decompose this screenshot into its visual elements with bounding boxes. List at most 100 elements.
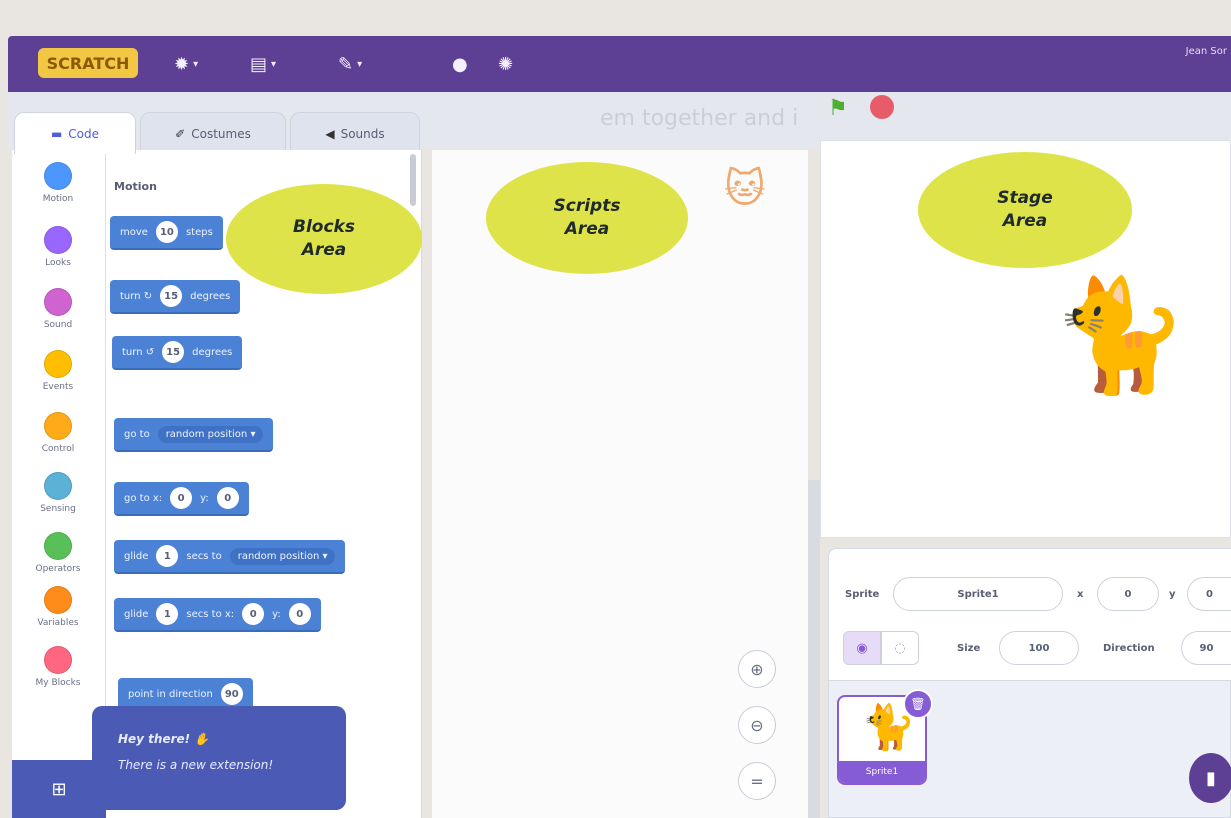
toast-title: Hey there! <box>118 732 191 746</box>
block-go-to-xy[interactable]: go to x: 0 y: 0 <box>114 482 249 516</box>
category-dot <box>44 532 72 560</box>
tab-label: Sounds <box>340 126 385 141</box>
callout-line: Area <box>564 219 610 239</box>
lightbulb-icon: ● <box>452 53 468 75</box>
chevron-down-icon: ▾ <box>357 58 363 70</box>
tab-sounds[interactable]: ◀ Sounds <box>290 112 420 154</box>
zoom-out-button[interactable]: ⊖ <box>738 706 776 744</box>
category-label: Sensing <box>40 504 76 514</box>
trash-icon: 🗑 <box>910 697 926 711</box>
block-input-y[interactable]: 0 <box>288 603 311 625</box>
background-text: em together and i <box>600 106 799 131</box>
block-input-y[interactable]: 0 <box>216 487 239 509</box>
edit-menu[interactable]: ✎ ▾ <box>338 50 362 78</box>
block-text: turn ↺ <box>122 346 155 358</box>
category-sensing[interactable]: Sensing <box>12 472 104 534</box>
category-label: Control <box>41 444 75 454</box>
zoom-out-icon: ⊖ <box>750 715 764 735</box>
show-sprite-button[interactable]: ◉ <box>843 631 881 665</box>
block-input[interactable]: 10 <box>155 221 178 243</box>
category-dot <box>44 288 72 316</box>
code-icon: ▬ <box>50 126 63 141</box>
menu-bar: SCRATCH ✹ ▾ ▤ ▾ ✎ ▾ ● ✺ Jean Sor <box>8 36 1231 92</box>
wave-icon: ✋ <box>194 732 210 746</box>
eye-closed-icon: ◌ <box>894 640 906 656</box>
green-flag-button[interactable]: ⚑ <box>828 96 848 121</box>
scratch-logo[interactable]: SCRATCH <box>38 48 138 78</box>
user-name[interactable]: Jean Sor <box>1186 46 1227 57</box>
block-text: go to <box>124 428 150 440</box>
callout-line: Area <box>301 240 347 260</box>
block-text: degrees <box>192 346 233 358</box>
tutorials-button[interactable]: ● <box>452 50 468 78</box>
block-text: y: <box>200 492 209 504</box>
block-input[interactable]: 90 <box>220 683 243 705</box>
category-events[interactable]: Events <box>12 350 104 412</box>
tab-costumes[interactable]: ✐ Costumes <box>140 112 286 154</box>
category-my-blocks[interactable]: My Blocks <box>12 646 104 708</box>
category-sound[interactable]: Sound <box>12 288 104 350</box>
block-dropdown[interactable]: random position ▾ <box>157 425 264 443</box>
category-looks[interactable]: Looks <box>12 226 104 288</box>
toast-message: There is a new extension! <box>118 758 274 772</box>
equals-icon: = <box>750 771 764 791</box>
category-dot <box>44 472 72 500</box>
block-dropdown[interactable]: random position ▾ <box>229 547 336 565</box>
y-label: y <box>1169 589 1176 600</box>
direction-field[interactable]: 90 <box>1181 631 1231 665</box>
x-label: x <box>1077 589 1084 600</box>
tab-code[interactable]: ▬ Code <box>14 112 136 154</box>
sprite-name-field[interactable]: Sprite1 <box>893 577 1063 611</box>
pencil-icon: ✎ <box>338 53 354 75</box>
category-variables[interactable]: Variables <box>12 586 104 648</box>
y-field[interactable]: 0 <box>1187 577 1231 611</box>
extension-toast[interactable]: Hey there! ✋ There is a new extension! <box>92 706 346 810</box>
block-text: turn ↻ <box>120 290 153 302</box>
block-input[interactable]: 15 <box>162 341 185 363</box>
zoom-in-icon: ⊕ <box>750 659 764 679</box>
cat-add-icon: ▮ <box>1206 767 1216 789</box>
category-motion[interactable]: Motion <box>12 162 104 224</box>
brush-icon: ✐ <box>175 126 186 141</box>
block-turn-left[interactable]: turn ↺ 15 degrees <box>112 336 243 370</box>
zoom-in-button[interactable]: ⊕ <box>738 650 776 688</box>
category-label: Variables <box>37 618 79 628</box>
x-field[interactable]: 0 <box>1097 577 1159 611</box>
block-input[interactable]: 1 <box>156 545 179 567</box>
block-input[interactable]: 1 <box>156 603 179 625</box>
delete-sprite-button[interactable]: 🗑 <box>903 689 933 719</box>
share-button[interactable]: ✺ <box>498 50 513 78</box>
file-icon: ▤ <box>250 53 268 75</box>
category-dot <box>44 162 72 190</box>
category-label: Operators <box>35 564 81 574</box>
cat-sprite-icon[interactable]: 🐈 <box>1051 271 1188 400</box>
palette-scrollbar[interactable] <box>410 154 416 206</box>
block-input-x[interactable]: 0 <box>242 603 265 625</box>
hide-sprite-button[interactable]: ◌ <box>881 631 919 665</box>
sprite-thumbnail-label: Sprite1 <box>839 761 925 783</box>
stop-button[interactable] <box>870 95 894 119</box>
block-go-to[interactable]: go to random position ▾ <box>114 418 274 452</box>
category-dot <box>44 586 72 614</box>
block-move-steps[interactable]: move 10 steps <box>110 216 223 250</box>
block-input-x[interactable]: 0 <box>170 487 193 509</box>
palette-heading: Motion <box>114 180 157 193</box>
block-text: glide <box>124 550 149 562</box>
category-label: Motion <box>42 194 74 204</box>
sprite-label: Sprite <box>845 589 880 600</box>
block-turn-right[interactable]: turn ↻ 15 degrees <box>110 280 241 314</box>
file-menu[interactable]: ▤ ▾ <box>250 50 276 78</box>
extension-icon: ⊞ <box>51 778 67 800</box>
category-control[interactable]: Control <box>12 412 104 474</box>
size-field[interactable]: 100 <box>999 631 1079 665</box>
settings-menu[interactable]: ✹ ▾ <box>174 50 198 78</box>
block-input[interactable]: 15 <box>160 285 183 307</box>
zoom-reset-button[interactable]: = <box>738 762 776 800</box>
callout-line: Scripts <box>553 196 621 217</box>
choose-sprite-button[interactable]: ▮ <box>1189 753 1231 803</box>
block-text: go to x: <box>124 492 163 504</box>
block-glide-xy[interactable]: glide 1 secs to x: 0 y: 0 <box>114 598 321 632</box>
block-text: move <box>120 226 148 238</box>
block-glide-to[interactable]: glide 1 secs to random position ▾ <box>114 540 346 574</box>
category-operators[interactable]: Operators <box>12 532 104 594</box>
